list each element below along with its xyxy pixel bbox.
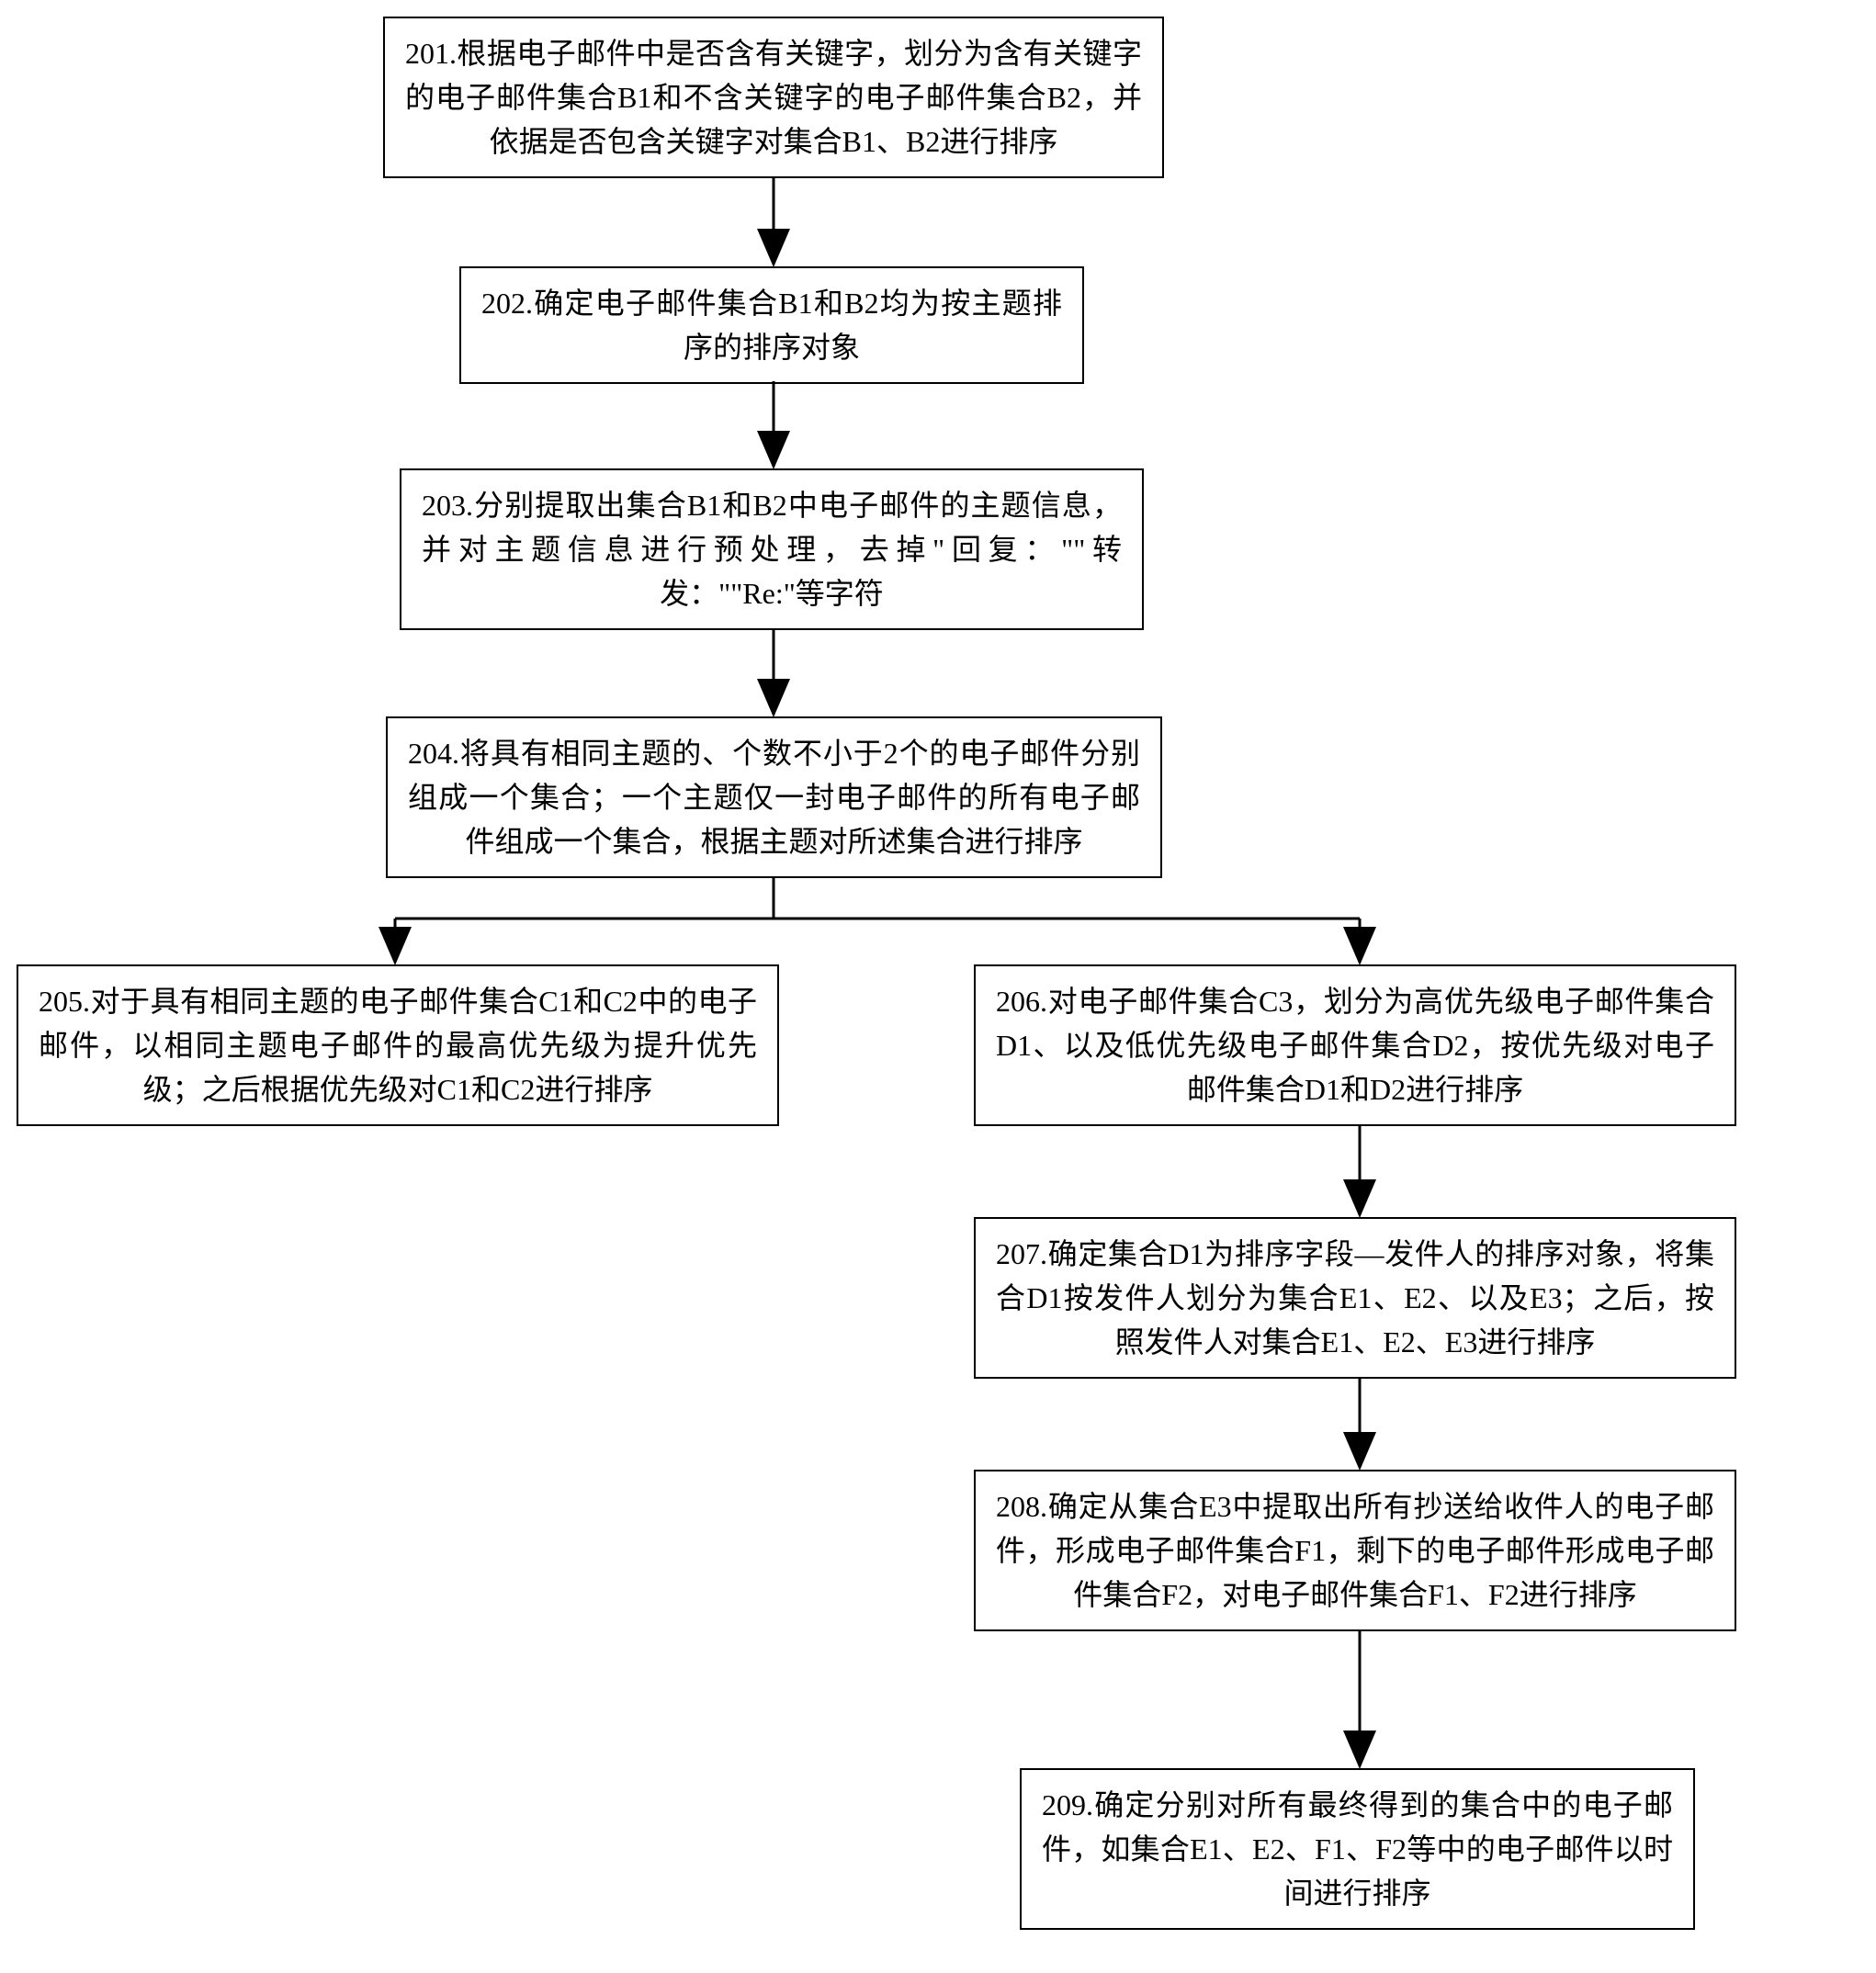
- step-209: 209.确定分别对所有最终得到的集合中的电子邮件，如集合E1、E2、F1、F2等…: [1020, 1768, 1695, 1930]
- step-204: 204.将具有相同主题的、个数不小于2个的电子邮件分别组成一个集合；一个主题仅一…: [386, 716, 1162, 878]
- flowchart-container: 201.根据电子邮件中是否含有关键字，划分为含有关键字的电子邮件集合B1和不含关…: [0, 0, 1876, 1973]
- step-201: 201.根据电子邮件中是否含有关键字，划分为含有关键字的电子邮件集合B1和不含关…: [383, 17, 1164, 178]
- step-205: 205.对于具有相同主题的电子邮件集合C1和C2中的电子邮件，以相同主题电子邮件…: [17, 964, 779, 1126]
- step-203: 203.分别提取出集合B1和B2中电子邮件的主题信息，并对主题信息进行预处理，去…: [400, 468, 1144, 630]
- step-202: 202.确定电子邮件集合B1和B2均为按主题排序的排序对象: [459, 266, 1084, 384]
- step-208: 208.确定从集合E3中提取出所有抄送给收件人的电子邮件，形成电子邮件集合F1，…: [974, 1470, 1736, 1631]
- step-207: 207.确定集合D1为排序字段—发件人的排序对象，将集合D1按发件人划分为集合E…: [974, 1217, 1736, 1379]
- step-206: 206.对电子邮件集合C3，划分为高优先级电子邮件集合D1、以及低优先级电子邮件…: [974, 964, 1736, 1126]
